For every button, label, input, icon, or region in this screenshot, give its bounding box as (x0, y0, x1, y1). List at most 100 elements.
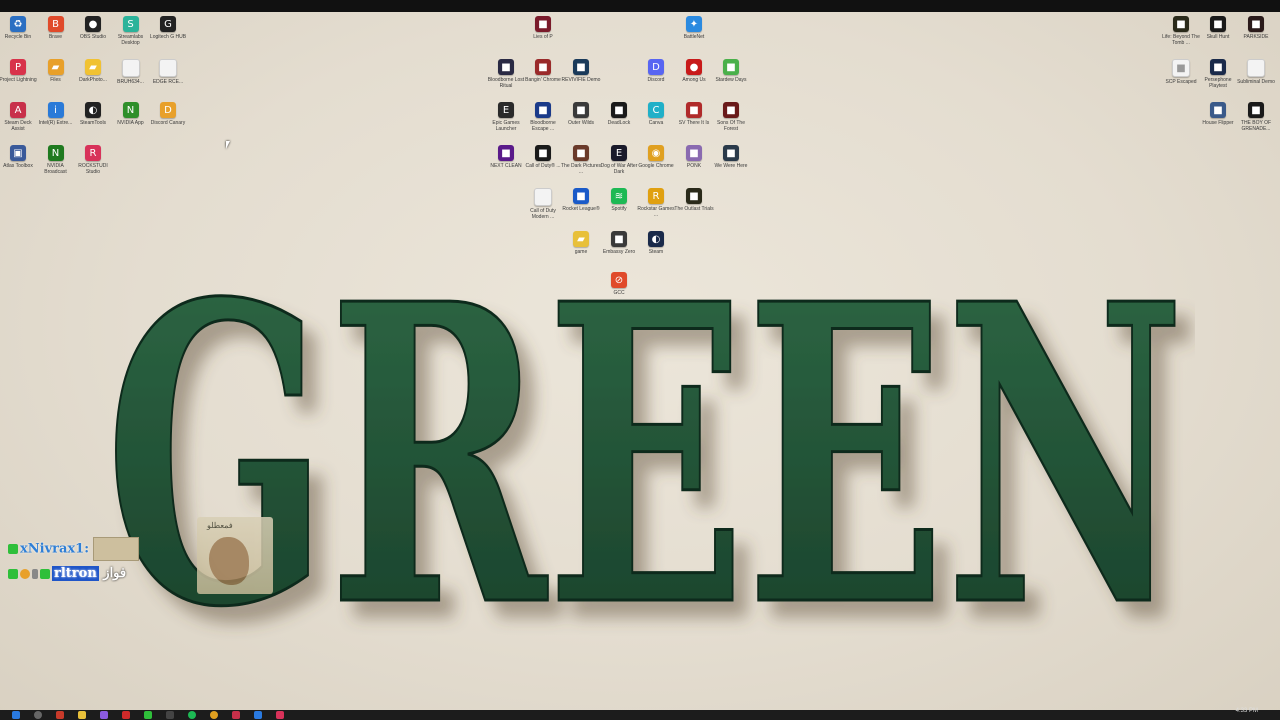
desktop-icon-middle-15[interactable]: ■ NEXT CLEAN (486, 145, 526, 169)
desktop-icon-middle-20[interactable]: ■ PONK (674, 145, 714, 169)
desktop-icon-middle-1[interactable]: ✦ BattleNet (674, 16, 714, 40)
desktop-icon-middle-5[interactable]: D Discord (636, 59, 676, 83)
taskbar-app-icon[interactable] (100, 711, 108, 719)
desktop-icon-label: PONK (686, 163, 702, 169)
desktop-icon-middle-4-icon: ■ (573, 59, 589, 75)
desktop-icon-middle-23-icon: ■ (573, 188, 589, 204)
chrome-icon[interactable] (210, 711, 218, 719)
sticker-caption: فمعطلو (207, 521, 233, 530)
taskbar-app-icon[interactable] (232, 711, 240, 719)
desktop-icon-middle-9[interactable]: ■ Bloodborne Escape ... (523, 102, 563, 132)
desktop-icon-label: BattleNet (683, 34, 705, 40)
desktop-icon-left-7[interactable]: ▰ DarkPhoto... (73, 59, 113, 83)
desktop-icon-middle-7[interactable]: ■ Stardew Days (711, 59, 751, 83)
desktop-icon-middle-21[interactable]: ■ We Were Here (711, 145, 751, 169)
desktop-icon-left-10[interactable]: A Steam Deck Assist (0, 102, 38, 132)
wallpaper-green-word: GREEN (95, 214, 1195, 700)
desktop-icon-middle-26[interactable]: ■ The Outlast Trials (674, 188, 714, 212)
desktop-icon-left-15[interactable]: ▣ Atlas Toolbox (0, 145, 38, 169)
taskbar-clock[interactable]: 4:33 PM (1236, 708, 1258, 714)
desktop-icon-middle-18[interactable]: E Dog of War After Dark (599, 145, 639, 175)
mouse-cursor (226, 141, 230, 149)
taskbar-app-icon[interactable] (254, 711, 262, 719)
taskbar-app-icon[interactable] (144, 711, 152, 719)
desktop-icon-left-16[interactable]: N NVIDIA Broadcast (36, 145, 76, 175)
desktop-icon-middle-4[interactable]: ■ REVIVIFIE Demo (561, 59, 601, 83)
desktop-icon-left-9[interactable]: EDGE RCE... (148, 59, 188, 85)
desktop-icon-label: Steam Deck Assist (4, 120, 32, 132)
desktop-icon-label: NVIDIA Broadcast (44, 163, 67, 175)
desktop-icon-middle-1-icon: ✦ (686, 16, 702, 32)
desktop-icon-right-0[interactable]: ■ Life: Beyond The Tomb ... (1161, 16, 1201, 46)
desktop-icon-label: House Flipper (1202, 120, 1234, 126)
desktop-icon-middle-22[interactable]: Call of Duty Modern ... (523, 188, 563, 220)
desktop-icon-right-4[interactable]: ■ Persephone Playtest (1198, 59, 1238, 89)
taskbar-app-icon[interactable] (276, 711, 284, 719)
search-icon[interactable] (34, 711, 42, 719)
desktop-icon-left-13[interactable]: N NVIDIA App (111, 102, 151, 126)
spotify-icon[interactable] (188, 711, 196, 719)
desktop-icon-right-5[interactable]: Subliminal Demo (1236, 59, 1276, 85)
desktop-icon-label: Stardew Days (715, 77, 747, 83)
desktop-icon-middle-14[interactable]: ■ Sons Of The Forest (711, 102, 751, 132)
desktop-icon-middle-16-icon: ■ (535, 145, 551, 161)
desktop-icon-middle-23[interactable]: ■ Rocket League® (561, 188, 601, 212)
desktop-icon-right-6[interactable]: ■ House Flipper (1198, 102, 1238, 126)
desktop-icon-label: Epic Games Launcher (492, 120, 520, 132)
desktop-icon-middle-19-icon: ◉ (648, 145, 664, 161)
desktop-icon-middle-13[interactable]: ■ SV There It Is (674, 102, 714, 126)
desktop-icon-right-1[interactable]: ■ Skull Hunt (1198, 16, 1238, 40)
desktop-icon-label: DarkPhoto... (79, 77, 107, 83)
desktop-icon-left-8-icon (121, 59, 140, 77)
desktop-icon-middle-2[interactable]: ■ Bloodborne Lost Ritual (486, 59, 526, 89)
desktop-icon-middle-18-icon: E (611, 145, 627, 161)
sticker-image: فمعطلو (197, 517, 273, 594)
desktop-icon-middle-17[interactable]: ■ The Dark Pictures ... (561, 145, 601, 175)
desktop-icon-middle-10[interactable]: ■ Outer Wilds (561, 102, 601, 126)
desktop-icon-right-3[interactable]: ■ SCP Escaped (1161, 59, 1201, 85)
desktop-icon-middle-19[interactable]: ◉ Google Chrome (636, 145, 676, 169)
desktop-icon-left-8[interactable]: BRUH634... (111, 59, 151, 85)
top-black-bar (0, 0, 1280, 12)
desktop-icon-left-14[interactable]: D Discord Canary (148, 102, 188, 126)
desktop-icon-middle-0[interactable]: ■ Lies of P (523, 16, 563, 40)
desktop-icon-middle-0-icon: ■ (535, 16, 551, 32)
desktop-icon-middle-12[interactable]: C Canva (636, 102, 676, 126)
desktop-icon-middle-24[interactable]: ≋ Spotify (599, 188, 639, 212)
chat-line-1: xNivrax1: (8, 537, 139, 561)
desktop-icon-left-3[interactable]: S Streamlabs Desktop (111, 16, 151, 46)
desktop-icon-middle-3[interactable]: ■ Bangin' Chrome (523, 59, 563, 83)
desktop-icon-label: Life: Beyond The Tomb ... (1162, 34, 1200, 46)
desktop-icon-middle-6[interactable]: ● Among Us (674, 59, 714, 83)
desktop-icon-left-2[interactable]: ● OBS Studio (73, 16, 113, 40)
desktop-icon-left-11[interactable]: i Intel(R) Extre... (36, 102, 76, 126)
taskbar-app-icon[interactable] (166, 711, 174, 719)
desktop-icon-left-2-icon: ● (85, 16, 101, 32)
sticker-figure (209, 537, 249, 585)
desktop-icon-left-5[interactable]: P Project Lightning (0, 59, 38, 83)
desktop-icon-left-0[interactable]: ♻ Recycle Bin (0, 16, 38, 40)
desktop-icon-middle-11[interactable]: ■ DeadLock (599, 102, 639, 126)
desktop-icon-middle-16[interactable]: ■ Call of Duty® ... (523, 145, 563, 169)
desktop-icon-left-6[interactable]: ▰ Files (36, 59, 76, 83)
desktop-icon-right-1-icon: ■ (1210, 16, 1226, 32)
desktop-icon-right-4-icon: ■ (1210, 59, 1226, 75)
desktop-icon-label: Skull Hunt (1206, 34, 1230, 40)
start-button-icon[interactable] (12, 711, 20, 719)
desktop-icon-left-17[interactable]: R ROCKSTUDI Studio (73, 145, 113, 175)
desktop-icon-right-7-icon: ■ (1248, 102, 1264, 118)
taskbar-app-icon[interactable] (56, 711, 64, 719)
taskbar-app-icon[interactable] (122, 711, 130, 719)
desktop-icon-middle-8[interactable]: E Epic Games Launcher (486, 102, 526, 132)
desktop-icon-right-3-icon: ■ (1172, 59, 1190, 77)
desktop-icon-right-0-icon: ■ (1173, 16, 1189, 32)
desktop-icon-middle-20-icon: ■ (686, 145, 702, 161)
desktop-icon-middle-25[interactable]: R Rockstar Games ... (636, 188, 676, 218)
desktop-icon-left-12[interactable]: ◐ SteamTools (73, 102, 113, 126)
file-explorer-icon[interactable] (78, 711, 86, 719)
desktop-icon-left-1[interactable]: B Brave (36, 16, 76, 40)
desktop-icon-right-7[interactable]: ■ THE BOY OF GRENADE... (1236, 102, 1276, 132)
desktop-icon-left-4[interactable]: G Logitech G HUB (148, 16, 188, 40)
desktop-icon-label: DeadLock (607, 120, 631, 126)
desktop-icon-right-2[interactable]: ■ PARKSIDE (1236, 16, 1276, 40)
